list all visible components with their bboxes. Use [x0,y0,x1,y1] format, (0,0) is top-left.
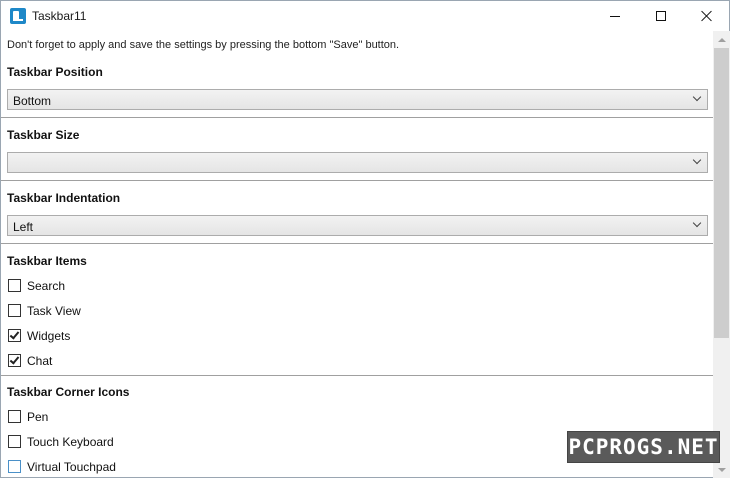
title-bar[interactable]: Taskbar11 [1,1,729,31]
checkbox-box[interactable] [8,279,21,292]
vertical-scrollbar[interactable] [713,31,730,478]
scroll-up-button[interactable] [713,31,730,48]
position-select[interactable]: Bottom [7,89,708,110]
checkbox-label: Task View [27,304,81,318]
items-heading: Taskbar Items [7,254,87,268]
scroll-down-button[interactable] [713,461,730,478]
indentation-select-value: Left [13,220,34,234]
close-button[interactable] [684,1,730,31]
minimize-icon [610,15,620,17]
window-title: Taskbar11 [32,9,87,23]
app-icon [10,8,26,24]
divider [1,375,713,376]
chevron-down-icon [692,155,702,165]
app-window: Taskbar11 Don't forget to apply and save… [0,0,730,478]
chevron-down-icon [692,218,702,228]
minimize-button[interactable] [592,1,638,31]
checkmark-icon [9,329,20,340]
size-heading: Taskbar Size [7,128,80,142]
chevron-down-icon [692,92,702,102]
indentation-heading: Taskbar Indentation [7,191,121,205]
corner-icons-heading: Taskbar Corner Icons [7,385,130,399]
checkbox-box[interactable] [8,329,21,342]
checkbox-label: Touch Keyboard [27,435,114,449]
checkbox-box[interactable] [8,304,21,317]
watermark: PCPROGS.NET [567,431,720,463]
checkbox-box[interactable] [8,435,21,448]
maximize-icon [656,11,666,21]
checkbox-label: Virtual Touchpad [27,460,116,474]
checkbox-box[interactable] [8,354,21,367]
close-icon [701,10,713,22]
checkbox-label: Widgets [27,329,71,343]
size-select[interactable] [7,152,708,173]
indentation-select[interactable]: Left [7,215,708,236]
divider [1,180,713,181]
maximize-button[interactable] [638,1,684,31]
scrollbar-thumb[interactable] [714,48,729,338]
arrow-up-icon [717,37,726,42]
position-select-value: Bottom [13,94,52,108]
position-heading: Taskbar Position [7,65,103,79]
checkmark-icon [9,354,20,365]
checkbox-box[interactable] [8,460,21,473]
save-notice: Don't forget to apply and save the setti… [7,39,400,51]
checkbox-label: Chat [27,354,53,368]
settings-panel: Don't forget to apply and save the setti… [1,31,713,478]
checkbox-label: Pen [27,410,49,424]
checkbox-box[interactable] [8,410,21,423]
checkbox-label: Search [27,279,66,293]
divider [1,243,713,244]
arrow-down-icon [717,467,726,472]
divider [1,117,713,118]
watermark-text: PCPROGS.NET [568,435,719,459]
